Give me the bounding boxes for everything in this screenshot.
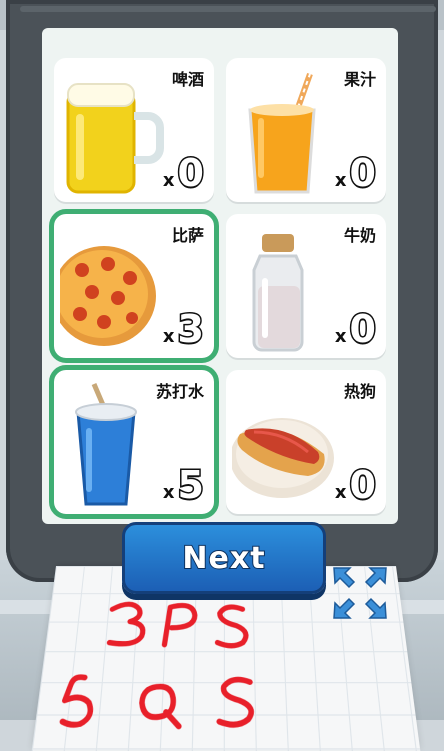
next-button[interactable]: Next: [122, 522, 326, 594]
item-count: x 3: [162, 307, 206, 351]
juice-glass-icon: [248, 72, 316, 194]
item-count: x 0: [334, 151, 378, 195]
item-count: x 0: [334, 463, 378, 507]
item-name: 比萨: [171, 226, 204, 245]
item-count: x 5: [162, 463, 206, 507]
pizza-icon: [60, 246, 156, 346]
next-button-label: Next: [181, 540, 266, 577]
item-name: 啤酒: [171, 70, 204, 89]
menu-item-milk[interactable]: 牛奶 x 0: [226, 214, 386, 358]
menu-item-soda[interactable]: 苏打水 x 5: [49, 365, 219, 519]
item-name: 果汁: [343, 70, 376, 89]
item-count: x 0: [162, 151, 206, 195]
menu-item-beer[interactable]: 啤酒 x 0: [54, 58, 214, 202]
milk-bottle-icon: [252, 234, 304, 352]
item-name: 热狗: [343, 382, 376, 401]
beer-mug-icon: [66, 83, 164, 194]
expand-arrows-icon[interactable]: [330, 564, 390, 622]
item-name: 苏打水: [155, 382, 204, 401]
menu-item-juice[interactable]: 果汁 x 0: [226, 58, 386, 202]
soda-cup-icon: [75, 383, 137, 506]
item-name: 牛奶: [343, 226, 376, 245]
hotdog-icon: [232, 418, 334, 498]
item-count: x 0: [334, 307, 378, 351]
menu-item-pizza[interactable]: 比萨 x 3: [49, 209, 219, 363]
menu-item-hotdog[interactable]: 热狗 x 0: [226, 370, 386, 514]
menu-screen: 啤酒 x 0 果汁 x 0 比萨 x 3 牛奶 x 0 苏打水 x 5 热狗 x…: [42, 28, 398, 524]
